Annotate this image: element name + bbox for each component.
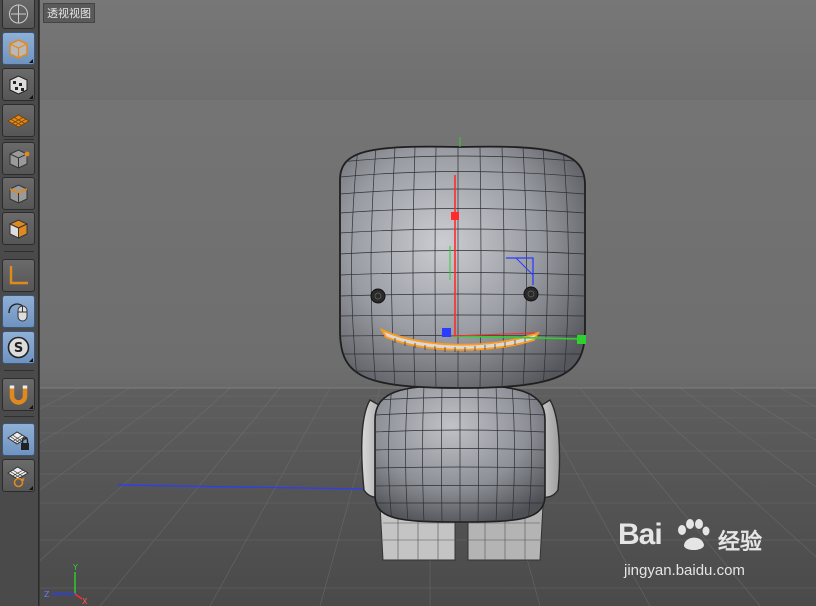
workplane-lock-button[interactable]: [2, 423, 35, 456]
axis-x-label: X: [82, 597, 88, 606]
model-mode-button[interactable]: [2, 32, 35, 65]
left-toolbar: S: [0, 0, 39, 606]
viewport-label[interactable]: 透视视图: [43, 3, 95, 23]
right-eye: [523, 286, 539, 302]
baidu-watermark: Bai 经验 jingyan.baidu.com: [618, 518, 788, 588]
gizmo-x-handle: [577, 335, 586, 344]
character-head: [339, 145, 586, 389]
scene-render: Y Z X: [40, 137, 816, 606]
view-cube-button[interactable]: [2, 0, 35, 29]
snap-button[interactable]: [2, 378, 35, 411]
tweak-mode-icon: [8, 303, 28, 322]
axis-mode-button[interactable]: [2, 259, 35, 292]
watermark-url: jingyan.baidu.com: [624, 562, 745, 579]
solo-button[interactable]: S: [2, 331, 35, 364]
watermark-cn: 经验: [718, 530, 763, 555]
workplane-icon: [6, 114, 31, 128]
left-eye: [370, 288, 386, 304]
gizmo-y-handle: [451, 212, 459, 220]
edges-mode-icon: [9, 184, 28, 204]
texture-mode-button[interactable]: [2, 68, 35, 101]
axis-mode-icon: [9, 266, 28, 285]
tweak-mode-button[interactable]: [2, 295, 35, 328]
solo-icon: S: [7, 336, 30, 359]
snap-magnet-icon: [9, 385, 28, 405]
gizmo-z-handle: [442, 328, 451, 337]
watermark-brand: Bai: [618, 518, 663, 551]
workplane-align-button[interactable]: [2, 459, 35, 492]
svg-text:S: S: [14, 341, 23, 356]
workplane-align-icon: [7, 466, 30, 488]
polygons-mode-icon: [8, 219, 29, 239]
points-mode-icon: [9, 149, 30, 169]
axis-z-label: Z: [44, 590, 50, 599]
workplane-button[interactable]: [2, 104, 35, 137]
axis-y-label: Y: [72, 563, 78, 572]
points-mode-button[interactable]: [2, 142, 35, 175]
polygons-mode-button[interactable]: [2, 212, 35, 245]
paw-icon: [678, 519, 710, 551]
perspective-viewport[interactable]: Y Z X 透视视图 Bai 经验 jingyan.baidu.com: [40, 0, 816, 606]
workplane-lock-icon: [7, 431, 29, 450]
model-mode-icon: [9, 39, 28, 59]
character-body: [374, 384, 546, 523]
view-cube-icon: [9, 4, 28, 24]
texture-mode-icon: [9, 75, 28, 95]
edges-mode-button[interactable]: [2, 177, 35, 210]
